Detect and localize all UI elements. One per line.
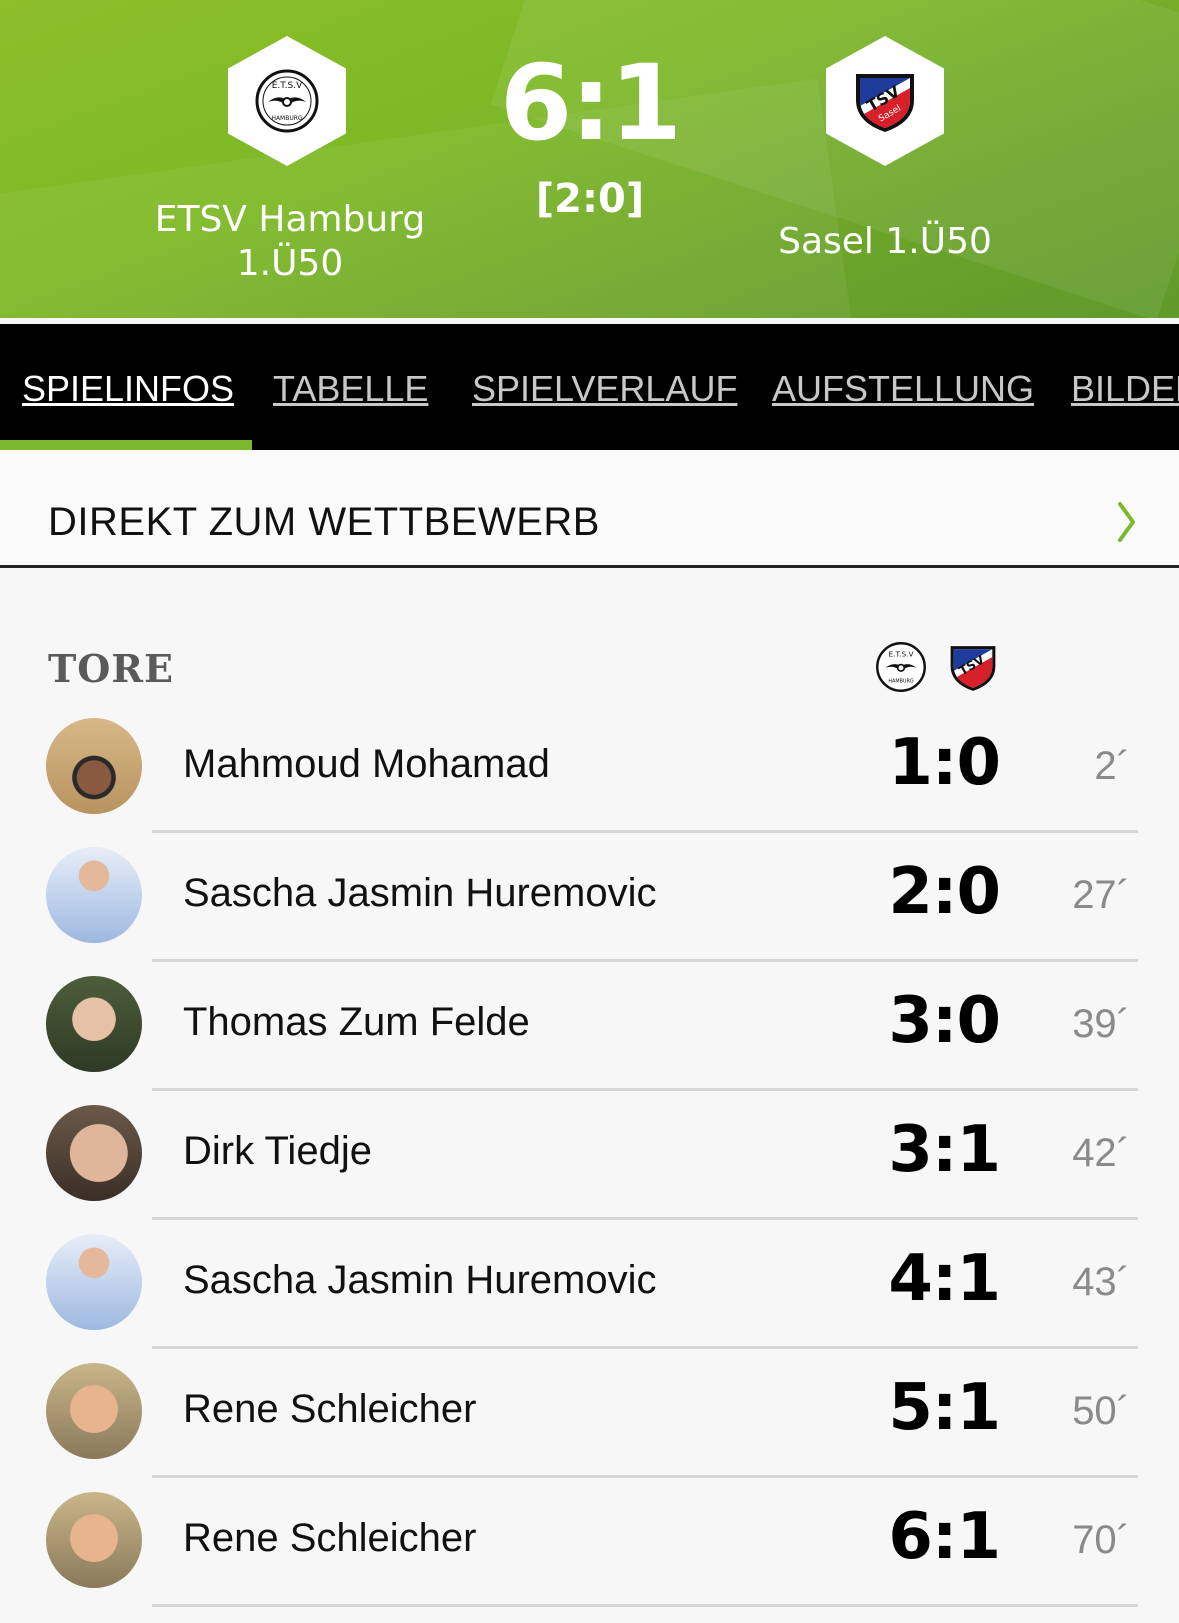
goal-minute: 70´ (1072, 1518, 1130, 1562)
match-header: E.T.S.V HAMBURG TSV Sasel ETSV Hamburg 1.… (0, 0, 1179, 318)
svg-text:E.T.S.V: E.T.S.V (889, 649, 914, 658)
goal-score: 5:1 (888, 1371, 1001, 1445)
tab-bar: SPIELINFOS TABELLE SPIELVERLAUF AUFSTELL… (0, 324, 1179, 450)
goal-scorer-name: Thomas Zum Felde (183, 1000, 530, 1044)
goal-minute: 43´ (1072, 1260, 1130, 1304)
final-score: 6:1 (499, 42, 682, 164)
player-avatar (46, 976, 142, 1072)
halftime-score: [2:0] (535, 176, 645, 222)
goal-row[interactable]: Sascha Jasmin Huremovic 4:1 43´ (0, 1220, 1179, 1349)
goal-score: 6:1 (888, 1500, 1001, 1574)
goal-row[interactable]: Sascha Jasmin Huremovic 2:0 27´ (0, 833, 1179, 962)
goal-minute: 27´ (1072, 873, 1130, 917)
goal-row[interactable]: Rene Schleicher 6:1 70´ (0, 1478, 1179, 1607)
player-avatar (46, 1363, 142, 1459)
goal-scorer-name: Rene Schleicher (183, 1387, 477, 1431)
etsv-crest-icon: E.T.S.V HAMBURG (255, 69, 319, 133)
home-team-mini-logo-icon: E.T.S.V HAMBURG (876, 642, 926, 692)
goal-scorer-name: Sascha Jasmin Huremovic (183, 871, 657, 915)
tab-tabelle[interactable]: TABELLE (273, 368, 428, 410)
goal-row[interactable]: Dirk Tiedje 3:1 42´ (0, 1091, 1179, 1220)
goal-row[interactable]: Thomas Zum Felde 3:0 39´ (0, 962, 1179, 1091)
home-team-name[interactable]: ETSV Hamburg 1.Ü50 (140, 198, 440, 286)
player-avatar (46, 847, 142, 943)
goal-scorer-name: Dirk Tiedje (183, 1129, 372, 1173)
goal-score: 2:0 (888, 855, 1001, 929)
tab-spielverlauf[interactable]: SPIELVERLAUF (472, 368, 737, 410)
away-team-mini-logo-icon: TSV (950, 646, 996, 691)
goal-row[interactable]: Mahmoud Mohamad 1:0 2´ (0, 704, 1179, 833)
goal-score: 3:1 (888, 1113, 1001, 1187)
away-team-name[interactable]: Sasel 1.Ü50 (735, 220, 1035, 264)
svg-text:HAMBURG: HAMBURG (271, 115, 302, 122)
competition-link-row[interactable]: DIREKT ZUM WETTBEWERB (0, 450, 1179, 568)
competition-link-label: DIREKT ZUM WETTBEWERB (48, 500, 600, 544)
tab-bilder[interactable]: BILDER (1071, 368, 1179, 410)
tsv-sasel-crest-icon: TSV Sasel (856, 74, 914, 132)
svg-text:HAMBURG: HAMBURG (888, 679, 914, 685)
tab-spielinfos[interactable]: SPIELINFOS (22, 368, 234, 410)
goal-scorer-name: Rene Schleicher (183, 1516, 477, 1560)
goal-minute: 39´ (1072, 1002, 1130, 1046)
goal-minute: 42´ (1072, 1131, 1130, 1175)
player-avatar (46, 1492, 142, 1588)
goal-scorer-name: Mahmoud Mohamad (183, 742, 550, 786)
goal-score: 4:1 (888, 1242, 1001, 1316)
goals-section-title: TORE (48, 646, 174, 691)
goal-score: 3:0 (888, 984, 1001, 1058)
player-avatar (46, 1234, 142, 1330)
goal-row[interactable]: Rene Schleicher 5:1 50´ (0, 1349, 1179, 1478)
chevron-right-icon (1118, 502, 1135, 542)
tab-aufstellung[interactable]: AUFSTELLUNG (772, 368, 1034, 410)
row-divider (152, 1604, 1138, 1607)
svg-text:E.T.S.V: E.T.S.V (272, 81, 303, 91)
player-avatar (46, 1105, 142, 1201)
goal-scorer-name: Sascha Jasmin Huremovic (183, 1258, 657, 1302)
player-avatar (46, 718, 142, 814)
goal-minute: 2´ (1094, 744, 1130, 788)
active-tab-indicator (0, 440, 252, 450)
goal-score: 1:0 (888, 726, 1001, 800)
goal-minute: 50´ (1072, 1389, 1130, 1433)
